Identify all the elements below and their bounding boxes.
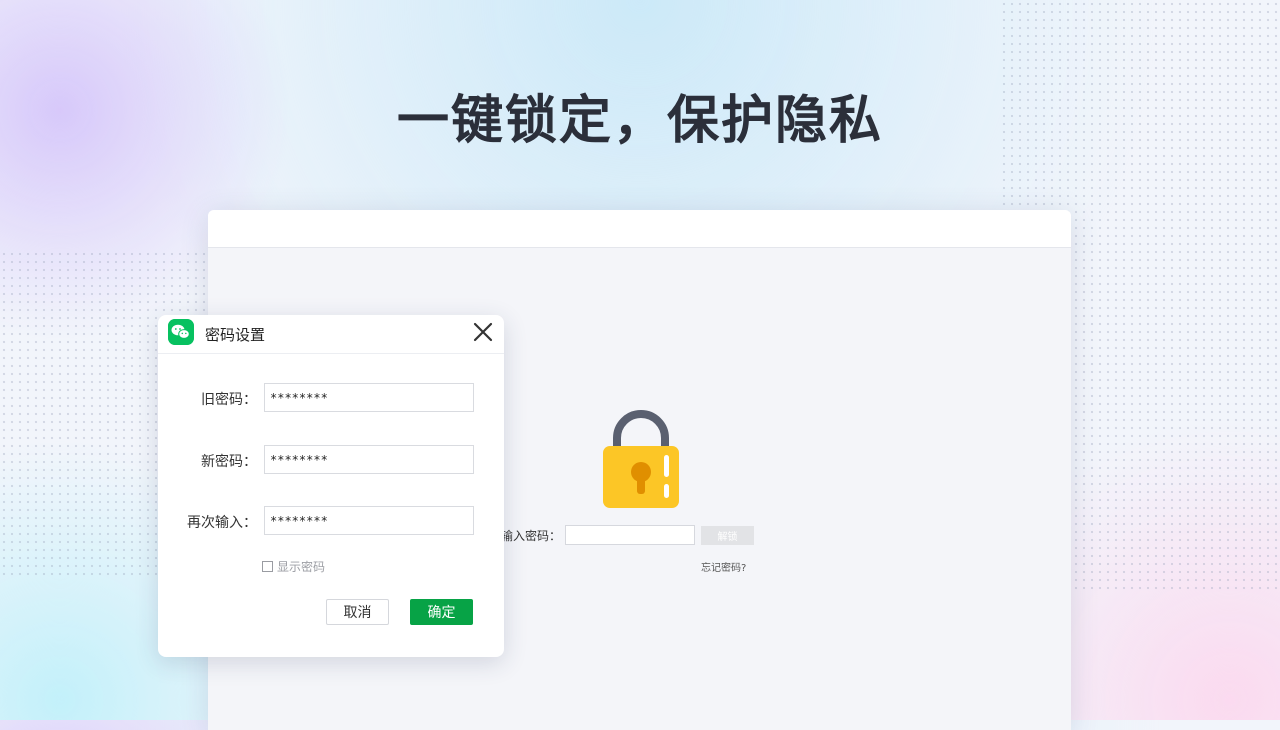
wechat-logo-icon (168, 319, 194, 345)
new-password-label: 新密码： (201, 454, 257, 470)
confirm-password-field[interactable] (264, 506, 474, 535)
show-password-label: 显示密码 (277, 560, 326, 574)
old-password-label: 旧密码： (201, 392, 257, 408)
forgot-password-link[interactable]: 忘记密码? (701, 559, 746, 574)
password-settings-dialog: 密码设置 旧密码： 新密码： 再次输入： 显示密码 取消 确定 (158, 315, 504, 657)
padlock-icon (603, 410, 679, 508)
new-password-row: 新密码： (158, 445, 504, 475)
old-password-row: 旧密码： (158, 383, 504, 413)
confirm-button[interactable]: 确定 (410, 599, 473, 625)
confirm-password-label: 再次输入： (187, 515, 257, 531)
page-headline: 一键锁定，保护隐私 (396, 91, 883, 151)
unlock-password-label: 输入密码： (500, 528, 561, 543)
cancel-button[interactable]: 取消 (326, 599, 389, 625)
new-password-field[interactable] (264, 445, 474, 474)
unlock-password-input[interactable] (565, 525, 695, 545)
dialog-header: 密码设置 (158, 315, 504, 354)
show-password-toggle[interactable]: 显示密码 (262, 558, 325, 575)
confirm-password-row: 再次输入： (158, 506, 504, 536)
show-password-checkbox[interactable] (262, 561, 273, 572)
app-titlebar (208, 210, 1071, 248)
close-icon[interactable] (470, 319, 496, 345)
unlock-button[interactable]: 解锁 (701, 525, 754, 545)
dialog-title: 密码设置 (205, 326, 266, 344)
unlock-row: 输入密码： 解锁 (498, 524, 754, 546)
old-password-field[interactable] (264, 383, 474, 412)
